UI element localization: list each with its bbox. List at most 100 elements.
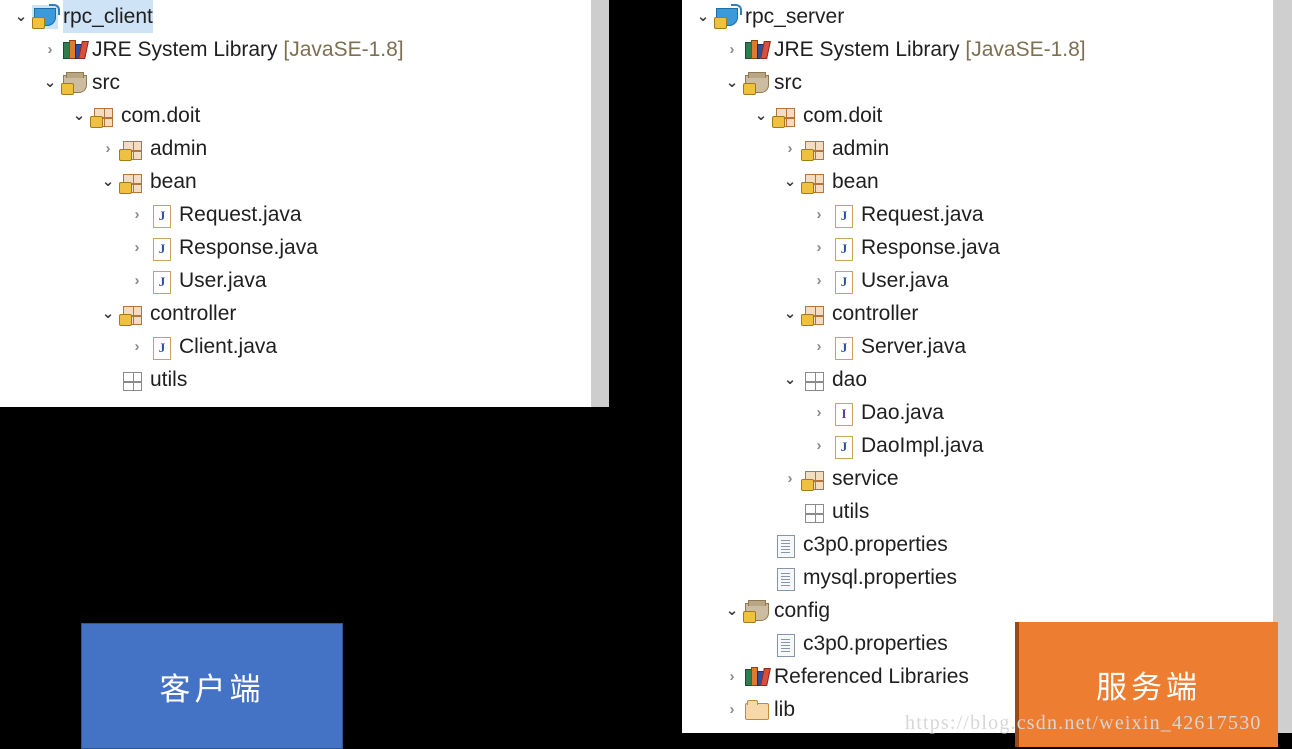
tree-row[interactable]: utils — [682, 495, 1273, 528]
chevron-down-icon[interactable]: ⌄ — [692, 0, 714, 33]
tree-row-suffix: [JavaSE-1.8] — [965, 38, 1086, 61]
chevron-down-icon[interactable]: ⌄ — [97, 297, 119, 330]
java-class-icon — [830, 236, 856, 261]
chevron-right-icon[interactable]: › — [39, 33, 61, 66]
tree-row[interactable]: › User.java — [0, 264, 591, 297]
tree-row[interactable]: ⌄ com.doit — [682, 99, 1273, 132]
properties-file-icon — [772, 632, 798, 657]
tree-row-label: config — [774, 599, 831, 622]
chevron-down-icon[interactable]: ⌄ — [97, 165, 119, 198]
tree-row[interactable]: › Client.java — [0, 330, 591, 363]
package-icon — [119, 170, 145, 194]
tree-row-label: com.doit — [121, 104, 201, 127]
package-icon — [90, 104, 116, 128]
tree-row-label: admin — [832, 137, 890, 160]
tree-row-label: service — [832, 467, 899, 490]
chevron-right-icon[interactable]: › — [721, 33, 743, 66]
chevron-right-icon[interactable]: › — [808, 429, 830, 462]
tree-row[interactable]: mysql.properties — [682, 561, 1273, 594]
tree-row[interactable]: › JRE System Library [JavaSE-1.8] — [682, 33, 1273, 66]
chevron-down-icon[interactable]: ⌄ — [779, 165, 801, 198]
package-icon — [119, 302, 145, 326]
chevron-right-icon[interactable]: › — [808, 396, 830, 429]
tree-row[interactable]: › Dao.java — [682, 396, 1273, 429]
java-project-icon — [32, 3, 60, 29]
source-folder-icon — [743, 71, 769, 95]
tree-row[interactable]: › service — [682, 462, 1273, 495]
tree-row[interactable]: › admin — [0, 132, 591, 165]
java-library-icon — [61, 38, 89, 62]
tree-row-label: controller — [150, 302, 237, 325]
chevron-down-icon[interactable]: ⌄ — [721, 66, 743, 99]
tree-row[interactable]: ⌄ rpc_client — [0, 0, 591, 33]
package-explorer-client[interactable]: ⌄ rpc_client › JRE System Library [JavaSE-1… — [0, 0, 591, 407]
tree-row[interactable]: ⌄ bean — [682, 165, 1273, 198]
tree-row-label: Request.java — [179, 203, 302, 226]
project-tree-server[interactable]: ⌄ rpc_server › JRE System Library [JavaSE-1… — [682, 0, 1273, 726]
java-library-icon — [743, 665, 771, 689]
tree-row[interactable]: › JRE System Library [JavaSE-1.8] — [0, 33, 591, 66]
tree-row[interactable]: ⌄ bean — [0, 165, 591, 198]
package-icon — [801, 170, 827, 194]
tree-row-label: c3p0.properties — [803, 533, 948, 556]
tree-row[interactable]: ⌄ dao — [682, 363, 1273, 396]
chevron-down-icon[interactable]: ⌄ — [779, 363, 801, 396]
java-class-icon — [830, 203, 856, 228]
chevron-right-icon[interactable]: › — [808, 231, 830, 264]
tree-row[interactable]: ⌄ src — [682, 66, 1273, 99]
chevron-right-icon[interactable]: › — [779, 462, 801, 495]
project-tree-client[interactable]: ⌄ rpc_client › JRE System Library [JavaSE-1… — [0, 0, 591, 396]
chevron-down-icon[interactable]: ⌄ — [750, 99, 772, 132]
tree-row[interactable]: › Response.java — [682, 231, 1273, 264]
scrollbar-client[interactable] — [591, 0, 609, 407]
tree-row[interactable]: › Response.java — [0, 231, 591, 264]
screenshot-root: ⌄ rpc_client › JRE System Library [JavaSE-1… — [0, 0, 1292, 749]
tree-row[interactable]: ⌄ controller — [0, 297, 591, 330]
java-class-icon — [830, 335, 856, 360]
chevron-down-icon[interactable]: ⌄ — [10, 0, 32, 33]
tree-row[interactable]: › Server.java — [682, 330, 1273, 363]
chevron-right-icon[interactable]: › — [126, 330, 148, 363]
chevron-down-icon[interactable]: ⌄ — [721, 594, 743, 627]
chevron-right-icon[interactable]: › — [97, 132, 119, 165]
empty-package-icon — [801, 500, 827, 524]
tree-row-label: Referenced Libraries — [774, 665, 969, 688]
package-icon — [801, 302, 827, 326]
tree-row[interactable]: ⌄ rpc_server — [682, 0, 1273, 33]
package-icon — [772, 104, 798, 128]
tree-row[interactable]: c3p0.properties — [682, 528, 1273, 561]
chevron-right-icon[interactable]: › — [779, 132, 801, 165]
tree-row[interactable]: › Request.java — [0, 198, 591, 231]
chevron-down-icon[interactable]: ⌄ — [68, 99, 90, 132]
tree-row[interactable]: utils — [0, 363, 591, 396]
tree-row[interactable]: ⌄ controller — [682, 297, 1273, 330]
chevron-right-icon[interactable]: › — [808, 264, 830, 297]
tree-row[interactable]: › User.java — [682, 264, 1273, 297]
tree-row-label: bean — [832, 170, 879, 193]
tree-row-label: lib — [774, 698, 796, 721]
chevron-down-icon[interactable]: ⌄ — [39, 66, 61, 99]
tree-row-label: src — [774, 71, 802, 94]
tree-row[interactable]: ⌄ src — [0, 66, 591, 99]
java-class-icon — [148, 203, 174, 228]
tree-row[interactable]: › Request.java — [682, 198, 1273, 231]
tree-row-label: Server.java — [861, 335, 967, 358]
tree-row[interactable]: › DaoImpl.java — [682, 429, 1273, 462]
chevron-right-icon[interactable]: › — [721, 660, 743, 693]
tree-row-label: User.java — [179, 269, 267, 292]
chevron-down-icon[interactable]: ⌄ — [779, 297, 801, 330]
chevron-right-icon[interactable]: › — [126, 231, 148, 264]
chevron-right-icon[interactable]: › — [126, 198, 148, 231]
tree-row[interactable]: ⌄ com.doit — [0, 99, 591, 132]
callout-client: 客户端 — [81, 623, 343, 749]
tree-row-label: utils — [150, 368, 188, 391]
properties-file-icon — [772, 533, 798, 558]
java-class-icon — [830, 434, 856, 459]
package-icon — [801, 467, 827, 491]
tree-row-label: Response.java — [179, 236, 318, 259]
chevron-right-icon[interactable]: › — [721, 693, 743, 726]
tree-row[interactable]: › admin — [682, 132, 1273, 165]
chevron-right-icon[interactable]: › — [808, 198, 830, 231]
chevron-right-icon[interactable]: › — [808, 330, 830, 363]
chevron-right-icon[interactable]: › — [126, 264, 148, 297]
